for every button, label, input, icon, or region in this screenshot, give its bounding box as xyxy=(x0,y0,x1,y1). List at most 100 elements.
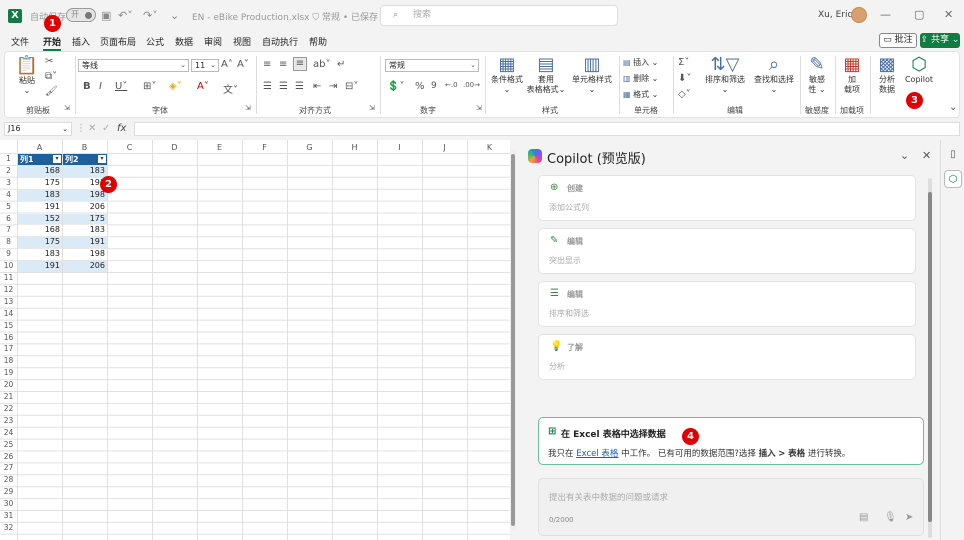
table-cell[interactable]: 191 xyxy=(63,237,107,249)
fill-color-icon[interactable]: ◈˅ xyxy=(169,81,182,92)
font-name-dropdown[interactable]: 等线 ⌄ xyxy=(78,59,189,72)
tab-data[interactable]: 数据 xyxy=(175,35,193,48)
align-bottom-icon[interactable]: ≡ xyxy=(293,57,307,71)
send-icon[interactable]: ➤ xyxy=(905,512,913,523)
table-cell[interactable]: 198 xyxy=(63,249,107,261)
row-header[interactable]: 14 xyxy=(0,308,17,320)
row-header[interactable]: 6 xyxy=(0,213,17,225)
filter-dropdown-icon[interactable]: ▾ xyxy=(53,155,61,163)
addins-button[interactable]: ▦ 加 载项 xyxy=(838,55,866,95)
row-header[interactable]: 9 xyxy=(0,248,17,260)
undo-icon[interactable]: ↶˅ xyxy=(118,9,133,22)
comma-style-icon[interactable]: 9 xyxy=(431,81,437,91)
row-header[interactable]: 23 xyxy=(0,415,17,427)
row-header[interactable]: 17 xyxy=(0,343,17,355)
share-button[interactable]: ⇪ 共享 ⌄ xyxy=(920,33,960,48)
fx-icon[interactable]: fx xyxy=(117,123,126,134)
insert-cells-button[interactable]: ▤ 插入 ⌄ xyxy=(623,57,658,68)
decrease-indent-icon[interactable]: ⇤ xyxy=(313,81,321,92)
table-cell[interactable]: 198 xyxy=(63,189,107,201)
row-header[interactable]: 30 xyxy=(0,498,17,510)
align-center-icon[interactable]: ☰ xyxy=(279,81,288,92)
column-header[interactable]: G xyxy=(287,142,332,153)
increase-font-icon[interactable]: A˄ xyxy=(221,59,233,70)
tab-help[interactable]: 帮助 xyxy=(309,35,327,48)
table-cell[interactable]: 175 xyxy=(18,237,62,249)
tab-home[interactable]: 开始 xyxy=(43,35,62,51)
italic-icon[interactable]: I xyxy=(99,81,102,92)
tab-review[interactable]: 审阅 xyxy=(204,35,222,48)
sensitivity-button[interactable]: ✎ 敏感 性 ⌄ xyxy=(803,55,831,95)
table-cell[interactable]: 183 xyxy=(63,225,107,237)
tab-view[interactable]: 视图 xyxy=(233,35,251,48)
microphone-icon[interactable]: 🎙 xyxy=(884,512,897,523)
save-icon[interactable]: ▣ xyxy=(101,9,111,22)
row-header[interactable]: 13 xyxy=(0,296,17,308)
suggestion-card-highlight[interactable]: ✎ 编辑 突出显示 xyxy=(538,228,916,274)
row-header[interactable]: 25 xyxy=(0,439,17,451)
format-painter-icon[interactable]: 🖌 xyxy=(45,86,58,97)
tab-automate[interactable]: 自动执行 xyxy=(262,35,298,48)
align-top-icon[interactable]: ≡ xyxy=(263,59,271,70)
rail-copilot-icon[interactable]: ⬡ xyxy=(944,170,962,188)
avatar[interactable] xyxy=(851,7,867,23)
copilot-button[interactable]: ⬡ Copilot xyxy=(901,55,937,85)
accounting-format-icon[interactable]: 💲˅ xyxy=(387,81,404,92)
percent-icon[interactable]: % xyxy=(415,81,425,92)
row-header[interactable]: 31 xyxy=(0,510,17,522)
row-header[interactable]: 24 xyxy=(0,427,17,439)
column-header[interactable]: B xyxy=(62,142,107,153)
comments-button[interactable]: ▭ 批注 xyxy=(879,33,917,48)
orientation-icon[interactable]: ab˅ xyxy=(313,59,330,70)
paste-button[interactable]: 📋 粘贴 ⌄ xyxy=(13,56,41,96)
column-header[interactable]: H xyxy=(332,142,377,153)
redo-icon[interactable]: ↷˅ xyxy=(143,9,158,22)
align-middle-icon[interactable]: ≡ xyxy=(279,59,287,70)
pane-close-icon[interactable]: ✕ xyxy=(922,149,931,162)
table-cell[interactable]: 191 xyxy=(18,201,62,213)
column-header[interactable]: A xyxy=(17,142,62,153)
copilot-prompt-input[interactable]: 提出有关表中数据的问题或请求 0/2000 ▤ 🎙 ➤ xyxy=(538,478,924,536)
table-cell[interactable]: 175 xyxy=(63,213,107,225)
table-header-cell[interactable]: 列2 ▾ xyxy=(63,154,107,165)
dialog-launcher-icon[interactable]: ⇲ xyxy=(476,104,482,112)
rail-pane-icon[interactable]: ▯ xyxy=(944,146,962,164)
bold-icon[interactable]: B xyxy=(83,81,91,92)
enter-icon[interactable]: ✓ xyxy=(102,123,110,134)
ribbon-collapse-icon[interactable]: ⌄ xyxy=(949,102,957,113)
increase-indent-icon[interactable]: ⇥ xyxy=(329,81,337,92)
row-header[interactable]: 22 xyxy=(0,403,17,415)
align-left-icon[interactable]: ☰ xyxy=(263,81,272,92)
row-header[interactable]: 15 xyxy=(0,320,17,332)
row-header[interactable]: 7 xyxy=(0,224,17,236)
column-header[interactable]: C xyxy=(107,142,152,153)
decrease-font-icon[interactable]: A˅ xyxy=(237,59,249,70)
wrap-text-icon[interactable]: ↵ xyxy=(337,59,345,70)
dialog-launcher-icon[interactable]: ⇲ xyxy=(245,104,251,112)
table-cell[interactable]: 191 xyxy=(18,261,62,272)
tab-insert[interactable]: 插入 xyxy=(72,35,90,48)
sort-filter-button[interactable]: ⇅▽ 排序和筛选 ⌄ xyxy=(702,55,748,95)
font-color-icon[interactable]: A˅ xyxy=(197,81,209,92)
copilot-scrollbar[interactable] xyxy=(928,178,932,538)
format-as-table-button[interactable]: ▤ 套用 表格格式⌄ xyxy=(526,55,566,95)
format-cells-button[interactable]: ▦ 格式 ⌄ xyxy=(623,89,658,100)
row-header[interactable]: 4 xyxy=(0,189,17,201)
name-box[interactable]: J16 ⌄ xyxy=(4,122,72,136)
increase-decimal-icon[interactable]: ←.0 xyxy=(445,81,458,89)
row-header[interactable]: 1 xyxy=(0,153,17,165)
row-header[interactable]: 29 xyxy=(0,486,17,498)
find-select-button[interactable]: ⌕ 查找和选择 ⌄ xyxy=(748,55,800,95)
cut-icon[interactable]: ✂ xyxy=(45,56,53,67)
table-cell[interactable]: 183 xyxy=(18,249,62,261)
row-header[interactable]: 18 xyxy=(0,355,17,367)
maximize-icon[interactable]: ▢ xyxy=(914,8,924,21)
row-header[interactable]: 3 xyxy=(0,177,17,189)
conditional-formatting-button[interactable]: ▦ 条件格式⌄ xyxy=(488,55,526,95)
fill-icon[interactable]: ⬇˅ xyxy=(678,73,691,84)
phonetic-icon[interactable]: 文˅ xyxy=(223,81,238,96)
autosave-toggle[interactable]: 开 xyxy=(66,8,96,22)
autosum-icon[interactable]: Σ˅ xyxy=(678,57,689,68)
cancel-icon[interactable]: ✕ xyxy=(88,123,96,134)
border-icon[interactable]: ⊞˅ xyxy=(143,81,156,92)
